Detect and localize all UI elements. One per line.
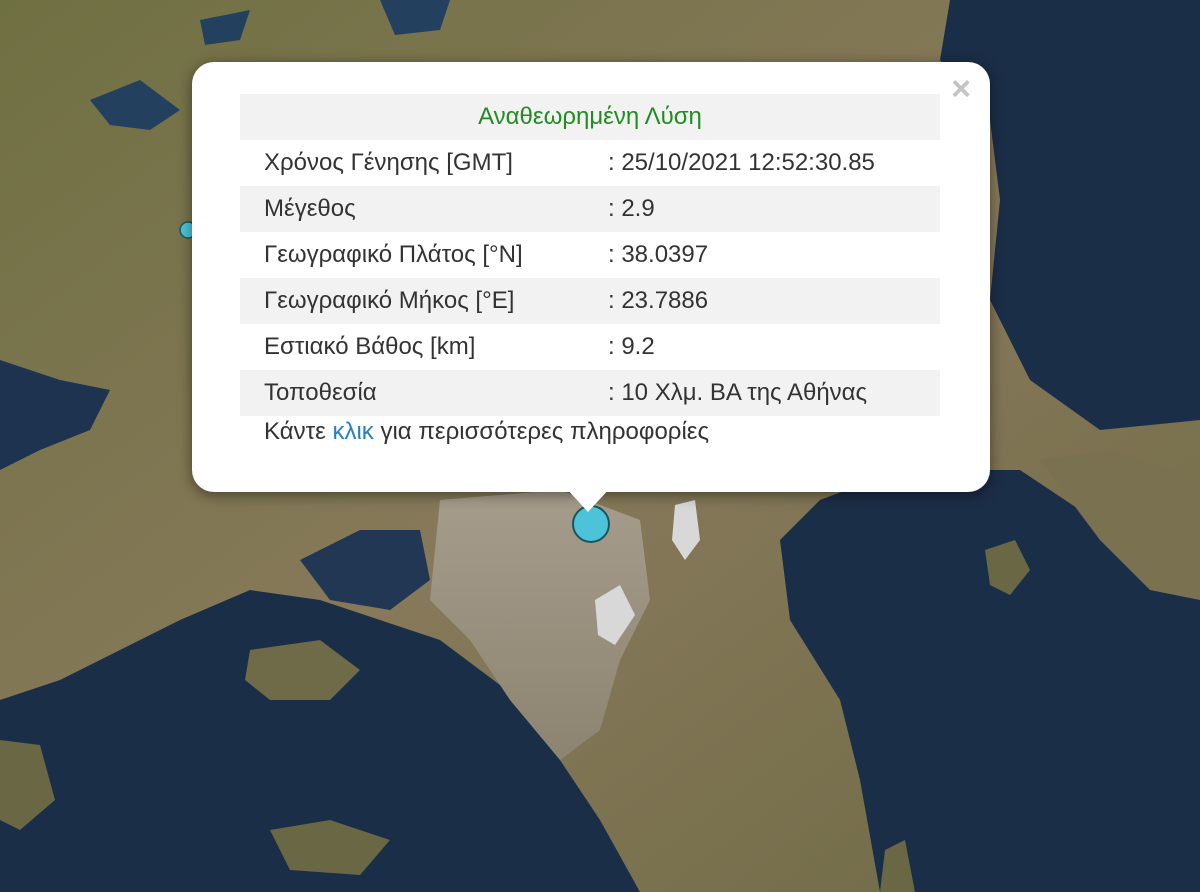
latitude-value: : 38.0397 xyxy=(608,241,709,268)
location-value: : 10 Χλμ. ΒΑ της Αθήνας xyxy=(604,370,940,416)
close-icon[interactable]: × xyxy=(951,70,971,108)
more-info-prefix: Κάντε xyxy=(264,418,326,445)
origin-time-label: Χρόνος Γένησης [GMT] xyxy=(264,149,513,176)
popup-title: Αναθεωρημένη Λύση xyxy=(240,94,940,140)
location-label: Τοποθεσία xyxy=(240,370,604,416)
earthquake-info-popup: × Αναθεωρημένη Λύση Χρόνος Γένησης [GMT]… xyxy=(192,62,990,492)
latitude-label: Γεωγραφικό Πλάτος [°N] xyxy=(264,241,523,268)
detail-row-location: Τοποθεσία : 10 Χλμ. ΒΑ της Αθήνας xyxy=(240,370,940,416)
depth-value: : 9.2 xyxy=(608,333,655,360)
more-info-suffix: για περισσότερες πληροφορίες xyxy=(380,418,710,445)
longitude-label: Γεωγραφικό Μήκος [°E] xyxy=(240,278,604,324)
magnitude-label: Μέγεθος xyxy=(240,186,604,232)
earthquake-details-table: Αναθεωρημένη Λύση Χρόνος Γένησης [GMT] :… xyxy=(240,94,940,416)
detail-row-latitude: Γεωγραφικό Πλάτος [°N] : 38.0397 xyxy=(240,232,940,278)
origin-time-value: : 25/10/2021 12:52:30.85 xyxy=(608,149,875,176)
detail-row-magnitude: Μέγεθος : 2.9 xyxy=(240,186,940,232)
popup-title-row: Αναθεωρημένη Λύση xyxy=(240,94,940,140)
depth-label: Εστιακό Βάθος [km] xyxy=(264,333,476,360)
close-popup-button[interactable]: × xyxy=(946,72,976,106)
magnitude-value: : 2.9 xyxy=(604,186,940,232)
detail-row-origin-time: Χρόνος Γένησης [GMT] : 25/10/2021 12:52:… xyxy=(240,140,940,186)
detail-row-longitude: Γεωγραφικό Μήκος [°E] : 23.7886 xyxy=(240,278,940,324)
longitude-value: : 23.7886 xyxy=(604,278,940,324)
popup-pointer xyxy=(566,488,610,512)
more-info-link[interactable]: κλικ xyxy=(332,418,373,445)
detail-row-depth: Εστιακό Βάθος [km] : 9.2 xyxy=(240,324,940,370)
more-info-line: Κάντε κλικ για περισσότερες πληροφορίες xyxy=(264,418,709,446)
